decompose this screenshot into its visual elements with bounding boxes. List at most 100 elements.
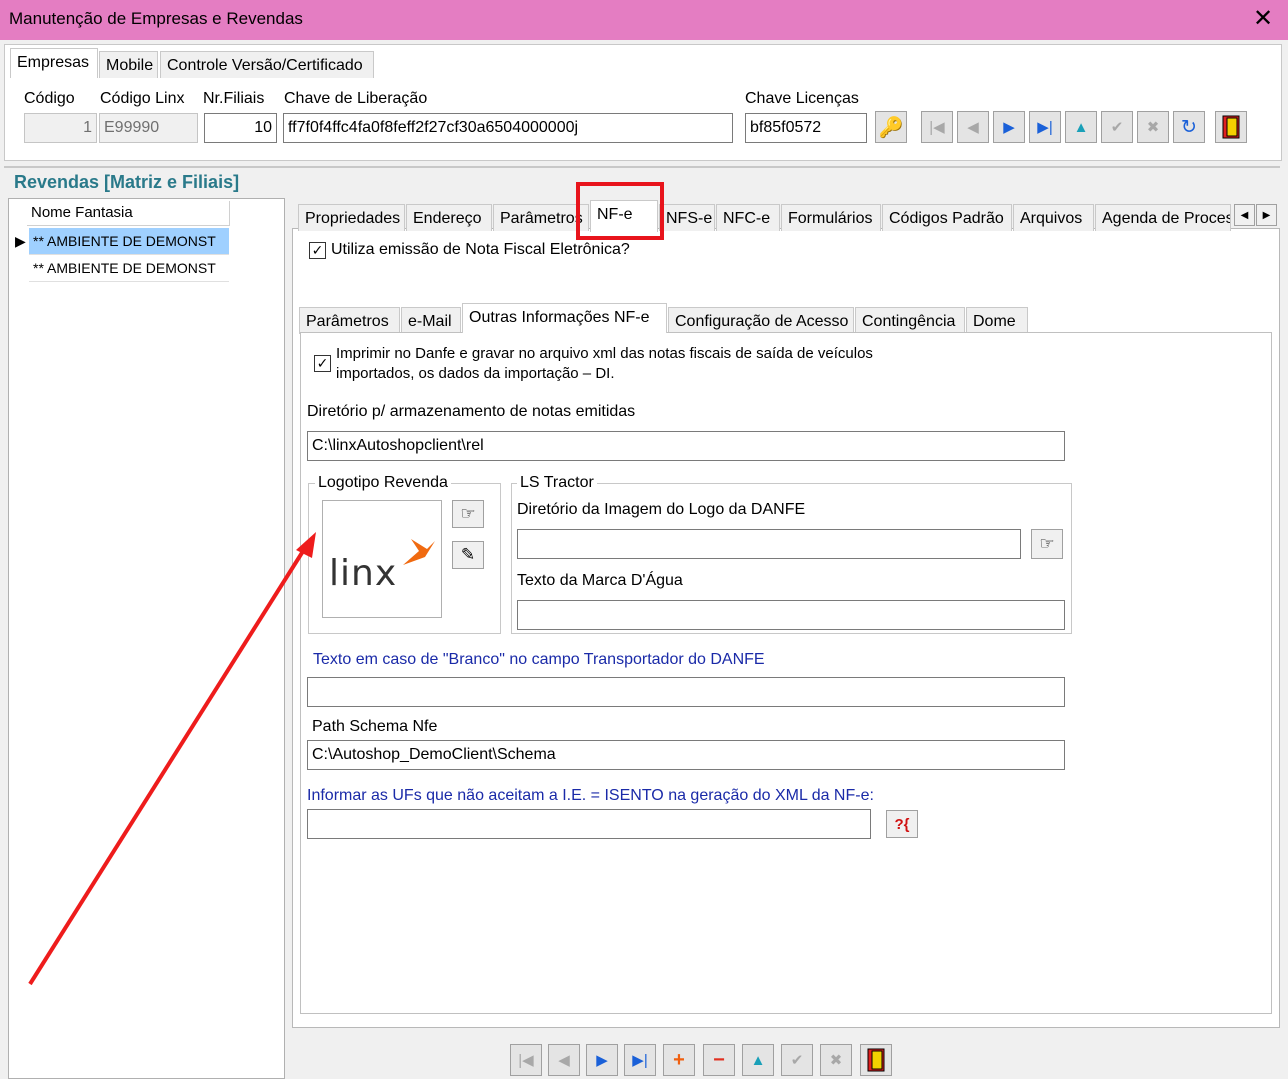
tab-mobile[interactable]: Mobile [99, 51, 158, 78]
tab-arquivos[interactable]: Arquivos [1013, 204, 1094, 231]
nr-filiais-label: Nr.Filiais [203, 90, 265, 107]
subtab-contingencia[interactable]: Contingência [855, 307, 965, 334]
codigo-label: Código [24, 90, 75, 107]
utiliza-nfe-label: Utiliza emissão de Nota Fiscal Eletrônic… [331, 241, 630, 258]
tab-nfce[interactable]: NFC-e [716, 204, 780, 231]
exit-button[interactable] [1215, 111, 1247, 143]
bottom-post-button[interactable]: ✔ [781, 1044, 813, 1076]
codigo-linx-label: Código Linx [100, 90, 185, 107]
minus-icon: − [713, 1048, 725, 1071]
pointing-hand-icon: ☞ [1039, 534, 1055, 553]
logo-image: linx [322, 500, 442, 618]
codigo-field[interactable]: 1 [24, 113, 97, 143]
clear-logo-button[interactable]: ✎ [452, 541, 484, 569]
select-logo-button[interactable]: ☞ [452, 500, 484, 528]
key-button[interactable]: 🔑 [875, 111, 907, 143]
edit-icon: ▲ [750, 1051, 766, 1069]
tab-scroll-left[interactable]: ◀ [1234, 204, 1255, 226]
subtab-outras-informacoes[interactable]: Outras Informações NF-e [462, 303, 667, 333]
grid-row[interactable]: ** AMBIENTE DE DEMONST [29, 255, 229, 282]
bottom-prior-button[interactable]: ◀ [548, 1044, 580, 1076]
revendas-title: Revendas [Matriz e Filiais] [14, 172, 240, 192]
grid-header-nome-fantasia[interactable]: Nome Fantasia [27, 201, 230, 226]
last-icon: ▶| [632, 1052, 648, 1069]
last-record-button[interactable]: ▶| [1029, 111, 1061, 143]
logo-wordmark: linx [329, 553, 398, 594]
schema-field[interactable]: C:\Autoshop_DemoClient\Schema [307, 740, 1065, 770]
check-icon: ✔ [1110, 119, 1124, 136]
tab-empresas[interactable]: Empresas [10, 48, 98, 78]
highlight-box [576, 182, 664, 240]
tab-propriedades[interactable]: Propriedades [298, 204, 405, 231]
edit-icon: ▲ [1073, 118, 1089, 136]
bottom-edit-button[interactable]: ▲ [742, 1044, 774, 1076]
first-record-button[interactable]: |◀ [921, 111, 953, 143]
tab-parametros[interactable]: Parâmetros [493, 204, 589, 231]
bottom-first-button[interactable]: |◀ [510, 1044, 542, 1076]
chave-liberacao-field[interactable]: ff7f0f4ffc4fa0f8feff2f27cf30a6504000000j [283, 113, 733, 143]
post-button[interactable]: ✔ [1101, 111, 1133, 143]
last-icon: ▶| [1037, 119, 1053, 136]
tab-codigos-padrao[interactable]: Códigos Padrão [882, 204, 1012, 231]
tab-formularios[interactable]: Formulários [781, 204, 881, 231]
branco-label: Texto em caso de "Branco" no campo Trans… [313, 651, 765, 668]
dir-imagem-field[interactable] [517, 529, 1021, 559]
first-icon: |◀ [929, 119, 945, 136]
branco-field[interactable] [307, 677, 1065, 707]
chave-licencas-field[interactable]: bf85f0572 [745, 113, 867, 143]
ufs-field[interactable] [307, 809, 871, 839]
cancel-button[interactable]: ✖ [1137, 111, 1169, 143]
tab-endereco[interactable]: Endereço [406, 204, 492, 231]
row-indicator-icon: ▶ [15, 233, 26, 249]
select-imagem-button[interactable]: ☞ [1031, 529, 1063, 559]
bottom-exit-button[interactable] [860, 1044, 892, 1076]
ufs-help-button[interactable]: ?{ [886, 810, 918, 838]
prior-icon: ◀ [558, 1052, 570, 1069]
tab-scroll-right[interactable]: ▶ [1256, 204, 1277, 226]
tab-nfse[interactable]: NFS-e [659, 204, 715, 231]
diretorio-field[interactable]: C:\linxAutoshopclient\rel [307, 431, 1065, 461]
tab-controle-versao[interactable]: Controle Versão/Certificado [160, 51, 374, 78]
close-icon[interactable]: ✕ [1248, 4, 1278, 34]
eraser-icon: ✎ [460, 545, 476, 564]
bottom-cancel-button[interactable]: ✖ [820, 1044, 852, 1076]
schema-label: Path Schema Nfe [312, 718, 438, 735]
key-icon: 🔑 [878, 116, 904, 139]
marca-agua-label: Texto da Marca D'Água [517, 572, 683, 589]
bottom-last-button[interactable]: ▶| [624, 1044, 656, 1076]
prior-record-button[interactable]: ◀ [957, 111, 989, 143]
subtab-parametros[interactable]: Parâmetros [299, 307, 400, 334]
exit-door-icon [1222, 115, 1240, 139]
tab-agenda[interactable]: Agenda de Proces [1095, 204, 1231, 231]
window-title: Manutenção de Empresas e Revendas [9, 9, 303, 28]
pointing-hand-icon: ☞ [460, 504, 476, 523]
next-icon: ▶ [596, 1052, 608, 1069]
grid-row[interactable]: ** AMBIENTE DE DEMONST [29, 228, 229, 255]
first-icon: |◀ [518, 1052, 534, 1069]
refresh-button[interactable]: ↻ [1173, 111, 1205, 143]
dir-imagem-label: Diretório da Imagem do Logo da DANFE [517, 501, 806, 518]
prior-icon: ◀ [967, 119, 979, 136]
refresh-icon: ↻ [1181, 116, 1197, 138]
edit-button[interactable]: ▲ [1065, 111, 1097, 143]
imprimir-di-label-2: importados, os dados da importação – DI. [336, 365, 615, 382]
subtab-dome[interactable]: Dome [966, 307, 1028, 334]
revendas-grid[interactable]: Nome Fantasia ▶ ** AMBIENTE DE DEMONST *… [8, 198, 285, 1079]
next-record-button[interactable]: ▶ [993, 111, 1025, 143]
bottom-delete-button[interactable]: − [703, 1044, 735, 1076]
cancel-icon: ✖ [829, 1052, 843, 1069]
chave-liberacao-label: Chave de Liberação [284, 90, 428, 107]
bottom-insert-button[interactable]: + [663, 1044, 695, 1076]
bottom-next-button[interactable]: ▶ [586, 1044, 618, 1076]
marca-agua-field[interactable] [517, 600, 1065, 630]
utiliza-nfe-checkbox[interactable]: ✓ [309, 242, 326, 259]
subtab-email[interactable]: e-Mail [401, 307, 461, 334]
logotipo-title: Logotipo Revenda [315, 474, 451, 492]
plus-icon: + [673, 1048, 685, 1071]
codigo-linx-field[interactable]: E99990 [99, 113, 198, 143]
diretorio-label: Diretório p/ armazenamento de notas emit… [307, 403, 636, 420]
imprimir-di-checkbox[interactable]: ✓ [314, 355, 331, 372]
subtab-configuracao-acesso[interactable]: Configuração de Acesso [668, 307, 854, 334]
nr-filiais-field[interactable]: 10 [204, 113, 277, 143]
next-icon: ▶ [1003, 119, 1015, 136]
